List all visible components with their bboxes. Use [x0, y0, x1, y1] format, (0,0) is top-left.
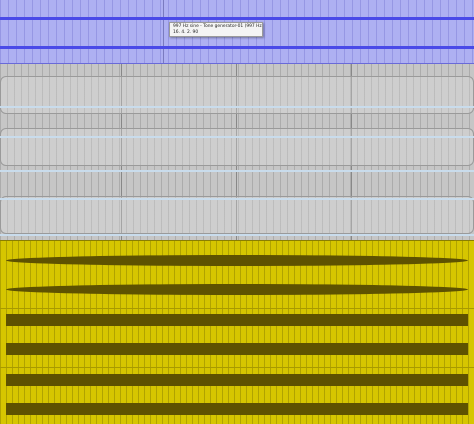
muted-waveform: [0, 128, 474, 166]
muted-waveform: [0, 196, 474, 234]
waveform-line: [0, 234, 474, 236]
clip-tooltip: 997 Hz sine - Tone generator-01 (997 Hz …: [169, 22, 263, 37]
yellow-clip-lane[interactable]: [0, 240, 474, 424]
waveform: [6, 255, 468, 266]
waveform: [6, 314, 468, 326]
waveform-top: [0, 17, 474, 20]
channel-divider: [0, 367, 474, 368]
purple-clip-lane[interactable]: 997 Hz sine - Tone generator-01 (997 Hz …: [0, 0, 474, 64]
grey-clip-lane[interactable]: [0, 64, 474, 240]
waveform: [6, 374, 468, 386]
waveform-bottom: [0, 46, 474, 49]
waveform-line: [0, 136, 474, 138]
tooltip-position: 16. 4. 2. 90: [173, 30, 199, 35]
channel-divider: [0, 308, 474, 309]
waveform: [6, 343, 468, 355]
muted-waveform: [0, 76, 474, 114]
waveform-line: [0, 106, 474, 108]
bar-marker: [163, 0, 164, 63]
waveform-line: [0, 170, 474, 172]
waveform-line: [0, 198, 474, 200]
waveform: [6, 284, 468, 295]
waveform: [6, 403, 468, 415]
